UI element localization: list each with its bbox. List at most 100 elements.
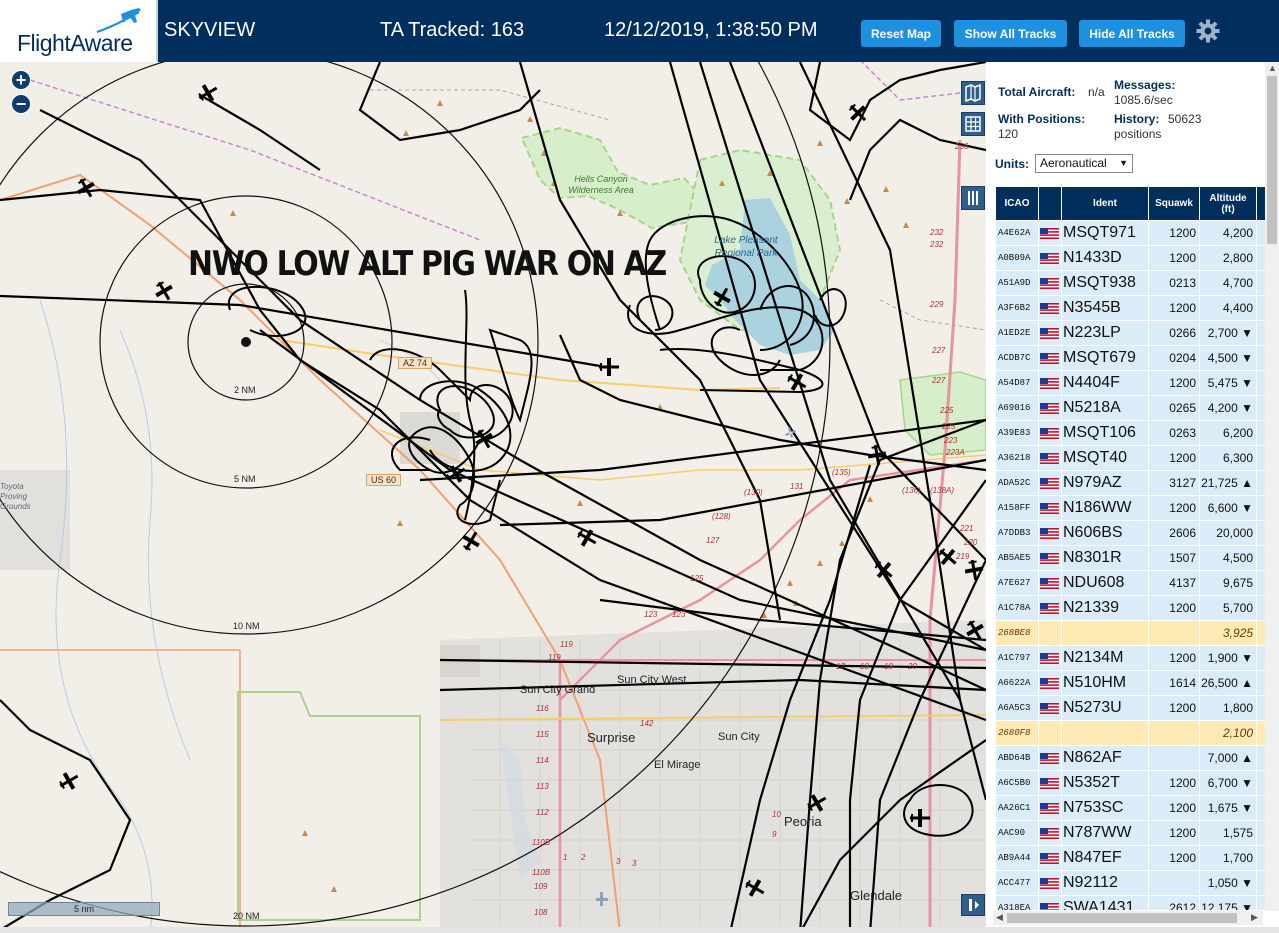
table-row[interactable]: A6622A N510HM 1614 26,500 ▲	[996, 671, 1266, 695]
flightaware-logo[interactable]: FlightAware	[0, 0, 158, 62]
row-icao: A36218	[996, 446, 1038, 470]
row-flag	[1039, 346, 1061, 370]
table-row[interactable]: 268BE8 3,925	[996, 621, 1266, 645]
route-number: 225	[942, 422, 956, 431]
ta-tracked-count: TA Tracked: 163	[380, 19, 525, 41]
route-number: 19	[884, 662, 893, 671]
row-flag	[1039, 821, 1061, 845]
scroll-right-icon[interactable]: ▶	[1251, 912, 1258, 923]
row-flag	[1039, 896, 1061, 910]
logo-text: FlightAware	[17, 30, 133, 56]
scrollbar-thumb[interactable]	[1267, 76, 1277, 244]
scroll-up-icon[interactable]: ▲	[1268, 63, 1277, 73]
route-number: 115	[536, 730, 549, 739]
col-header-icao[interactable]: ICAO	[996, 187, 1038, 220]
table-row[interactable]: A3F6B2 N3545B 1200 4,400	[996, 296, 1266, 320]
row-ident: N186WW	[1062, 496, 1148, 520]
row-icao: A39E83	[996, 421, 1038, 445]
hide-all-tracks-button[interactable]: Hide All Tracks	[1079, 20, 1185, 47]
table-row[interactable]: A0B09A N1433D 1200 2,800	[996, 246, 1266, 270]
row-flag	[1039, 621, 1061, 645]
table-row[interactable]: A69016 N5218A 0265 4,200 ▼	[996, 396, 1266, 420]
table-row[interactable]: ACDB7C MSQT679 0204 4,500 ▼	[996, 346, 1266, 370]
us-flag-icon	[1040, 803, 1059, 815]
panel-vertical-scrollbar[interactable]: ▲	[1265, 62, 1279, 911]
row-squawk: 1200	[1149, 371, 1199, 395]
row-squawk: 1200	[1149, 246, 1199, 270]
scrollbar-thumb[interactable]	[1007, 913, 1237, 923]
show-all-tracks-button[interactable]: Show All Tracks	[954, 20, 1067, 47]
table-row[interactable]: AB5AE5 N8301R 1507 4,500	[996, 546, 1266, 570]
expand-panel-icon[interactable]	[961, 894, 985, 916]
row-flag	[1039, 546, 1061, 570]
table-row[interactable]: A36218 MSQT40 1200 6,300	[996, 446, 1266, 470]
row-altitude: 1,900 ▼	[1200, 646, 1256, 670]
zoom-out-button[interactable]: −	[11, 94, 31, 114]
col-header-squawk[interactable]: Squawk	[1149, 187, 1199, 220]
table-row[interactable]: A158FF N186WW 1200 6,600 ▼	[996, 496, 1266, 520]
ring-label-20nm: 20 NM	[233, 911, 260, 921]
row-ident: N862AF	[1062, 746, 1148, 770]
us-flag-icon	[1040, 778, 1059, 790]
chevron-down-icon: ▼	[1119, 158, 1128, 168]
table-row[interactable]: ACC477 N92112 1,050 ▼	[996, 871, 1266, 895]
us-flag-icon	[1040, 578, 1059, 590]
table-row[interactable]: A318EA SWA1431 2612 12,175 ▼	[996, 896, 1266, 910]
route-number: 109	[534, 882, 548, 891]
row-icao: ACDB7C	[996, 346, 1038, 370]
ring-label-10nm: 10 NM	[233, 621, 260, 631]
table-row[interactable]: A7DDB3 N606BS 2606 20,000	[996, 521, 1266, 545]
place-sun-city-west: Sun City West	[617, 674, 687, 686]
reset-map-button[interactable]: Reset Map	[861, 20, 941, 47]
zoom-in-button[interactable]: +	[11, 70, 31, 90]
place-el-mirage: El Mirage	[654, 759, 701, 771]
route-number: 232	[930, 240, 944, 249]
aircraft-table-container[interactable]: ICAO Ident Squawk Altitude (ft) A4E62A MSQ…	[995, 186, 1266, 910]
table-row[interactable]: AA26C1 N753SC 1200 1,675 ▼	[996, 796, 1266, 820]
route-number: 131	[790, 482, 804, 491]
columns-icon[interactable]	[961, 186, 985, 210]
table-row[interactable]: A1ED2E N223LP 0266 2,700 ▼	[996, 321, 1266, 345]
row-altitude: 5,475 ▼	[1200, 371, 1256, 395]
table-row[interactable]: A7E627 NDU608 4137 9,675	[996, 571, 1266, 595]
table-row[interactable]: A4E62A MSQT971 1200 4,200	[996, 221, 1266, 245]
table-row[interactable]: A39E83 MSQT106 0263 6,200	[996, 421, 1266, 445]
row-ident	[1062, 621, 1148, 645]
table-row[interactable]: A54D87 N4404F 1200 5,475 ▼	[996, 371, 1266, 395]
route-number: 127	[706, 536, 720, 545]
gear-icon[interactable]	[1195, 18, 1221, 44]
col-header-ident[interactable]: Ident	[1062, 187, 1148, 220]
row-ident: SWA1431	[1062, 896, 1148, 910]
table-row[interactable]: A6C5B0 N5352T 1200 6,700 ▼	[996, 771, 1266, 795]
table-row[interactable]: AB9A44 N847EF 1200 1,700	[996, 846, 1266, 870]
table-row[interactable]: A1C78A N21339 1200 5,700	[996, 596, 1266, 620]
table-row[interactable]: A6A5C3 N5273U 1200 1,800	[996, 696, 1266, 720]
map-view[interactable]: NWO LOW ALT PIG WAR ON AZ 2 NM 5 NM 10 N…	[0, 62, 986, 933]
scroll-left-icon[interactable]: ◀	[996, 912, 1003, 923]
panel-horizontal-scrollbar[interactable]: ◀ ▶	[993, 911, 1263, 925]
table-row[interactable]: A51A9D MSQT938 0213 4,700	[996, 271, 1266, 295]
table-row[interactable]: ABD64B N862AF 7,000 ▲	[996, 746, 1266, 770]
units-select[interactable]: Aeronautical ▼	[1035, 154, 1133, 173]
row-icao: 268BE8	[996, 621, 1038, 645]
row-ident: N2134M	[1062, 646, 1148, 670]
table-row[interactable]: ADA52C N979AZ 3127 21,725 ▲	[996, 471, 1266, 495]
us-flag-icon	[1040, 278, 1059, 290]
row-altitude: 20,000	[1200, 521, 1256, 545]
grid-icon[interactable]	[961, 112, 985, 136]
map-canvas[interactable]	[0, 62, 986, 933]
row-squawk: 0263	[1149, 421, 1199, 445]
row-ident	[1062, 721, 1148, 745]
us-flag-icon	[1040, 653, 1059, 665]
table-row[interactable]: AAC90 N787WW 1200 1,575	[996, 821, 1266, 845]
row-icao: A69016	[996, 396, 1038, 420]
col-header-flag	[1039, 187, 1061, 220]
row-altitude: 1,675 ▼	[1200, 796, 1256, 820]
history-value: 50623	[1168, 112, 1202, 126]
map-layer-icon[interactable]	[961, 81, 985, 105]
table-row[interactable]: 2680F8 2,100	[996, 721, 1266, 745]
row-squawk: 0265	[1149, 396, 1199, 420]
col-header-altitude[interactable]: Altitude (ft)	[1200, 187, 1256, 220]
row-flag	[1039, 771, 1061, 795]
table-row[interactable]: A1C797 N2134M 1200 1,900 ▼	[996, 646, 1266, 670]
